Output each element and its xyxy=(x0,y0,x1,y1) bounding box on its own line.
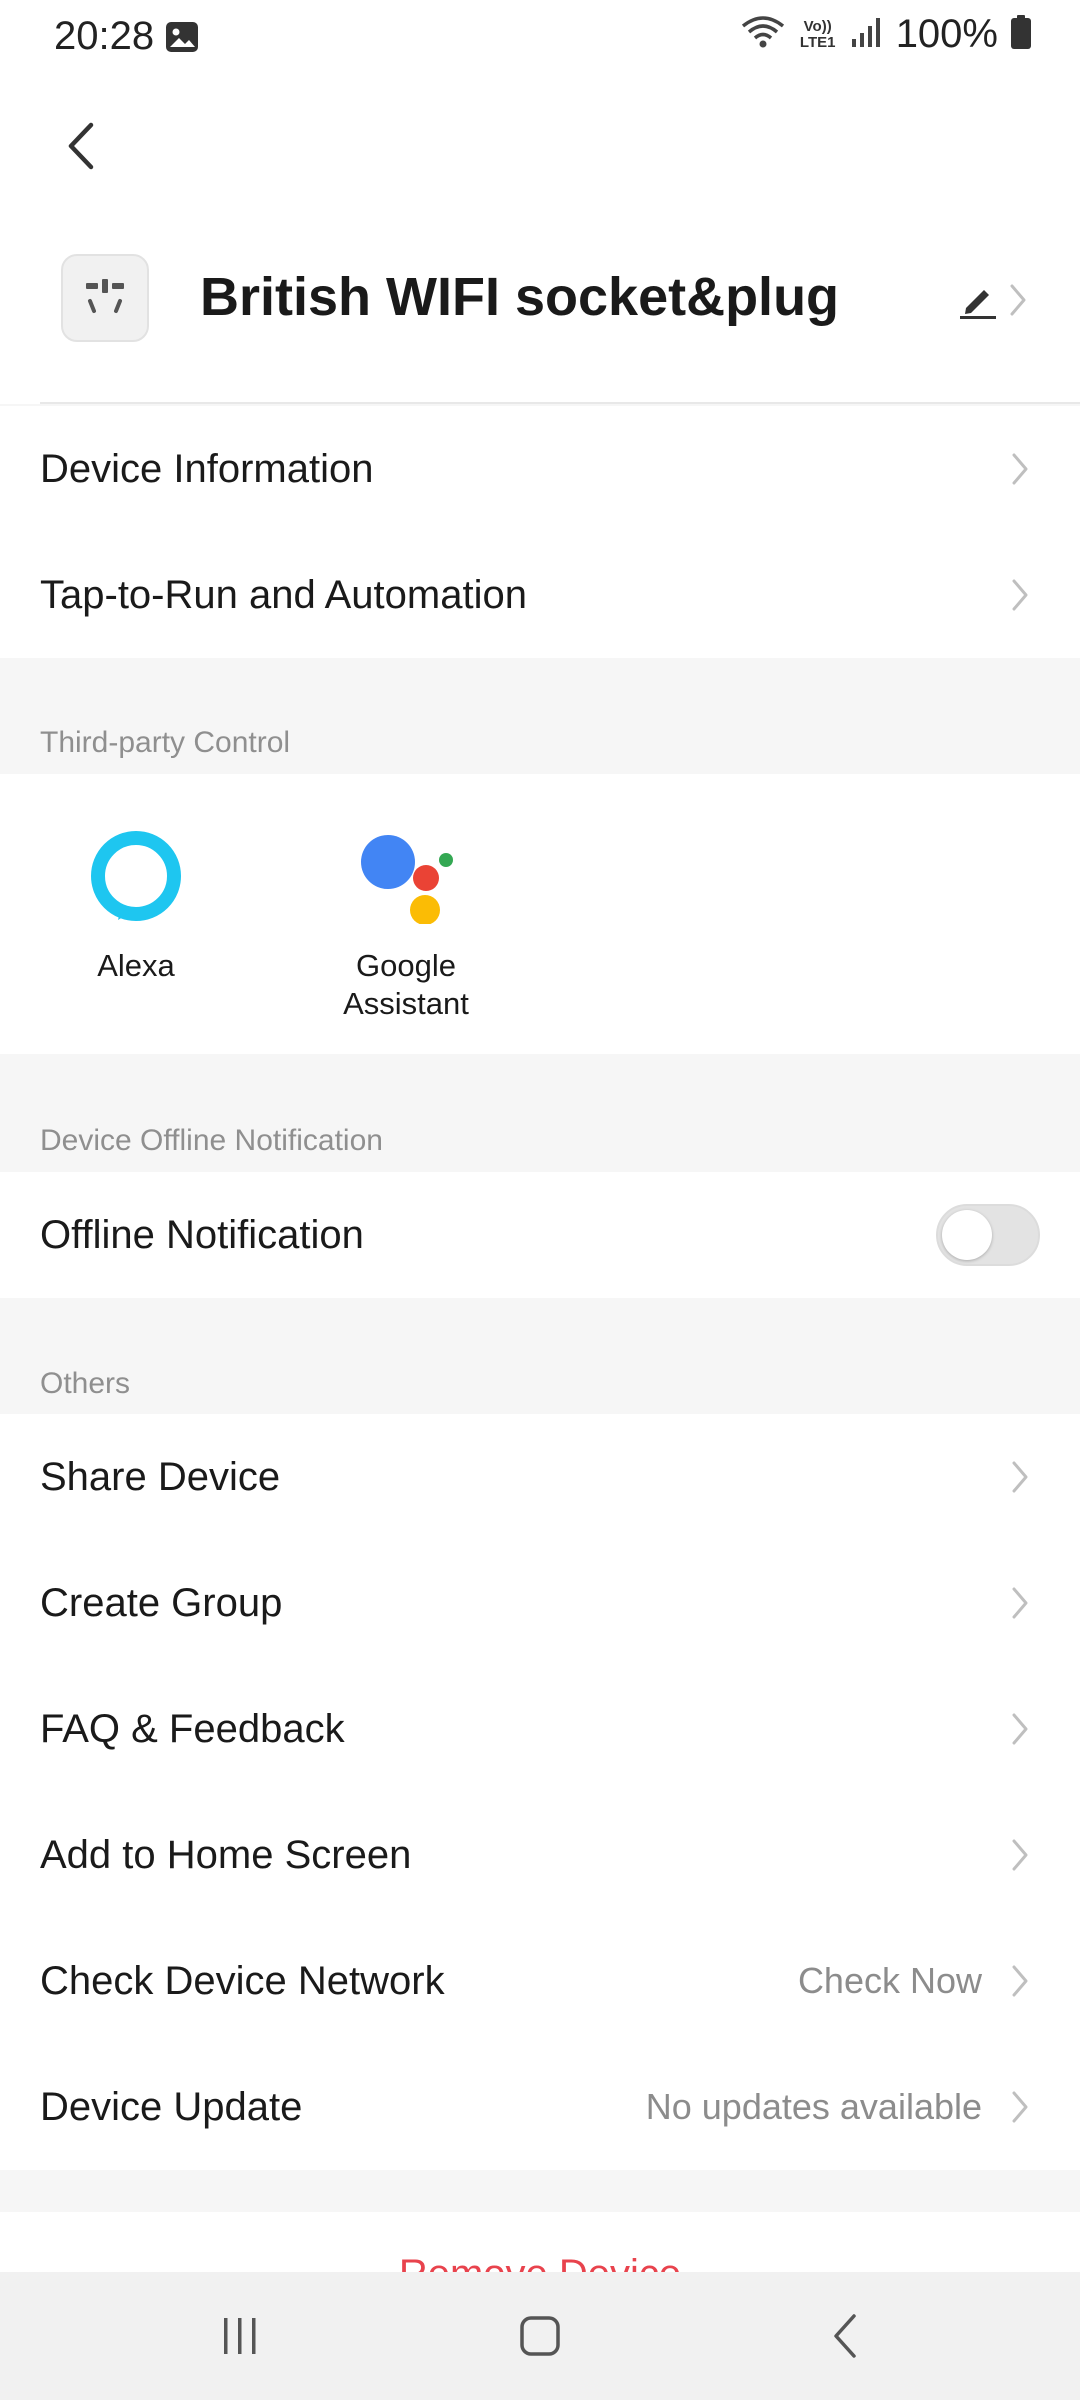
chevron-right-icon xyxy=(1012,1713,1028,1745)
home-button[interactable] xyxy=(480,2300,600,2372)
recent-apps-button[interactable] xyxy=(180,2300,300,2372)
device-information-row[interactable]: Device Information xyxy=(0,406,1080,532)
status-icons: Vo)) LTE1 100% xyxy=(740,12,1032,57)
status-bar: 20:28 Vo)) LTE1 100% xyxy=(0,0,1080,76)
alexa-button[interactable]: Alexa xyxy=(36,828,236,985)
row-label: Device Information xyxy=(40,446,374,491)
system-navigation-bar xyxy=(0,2272,1080,2400)
check-device-network-row[interactable]: Check Device Network Check Now xyxy=(0,1918,1080,2044)
header: British WIFI socket&plug xyxy=(0,76,1080,404)
home-icon xyxy=(520,2316,560,2356)
back-icon xyxy=(834,2314,856,2358)
back-arrow-icon xyxy=(68,122,94,170)
offline-notification-section: Offline Notification xyxy=(0,1172,1080,1298)
alexa-label: Alexa xyxy=(97,948,175,983)
third-party-section: Alexa Google Assistant xyxy=(0,774,1080,1054)
chevron-right-icon xyxy=(1012,1965,1028,1997)
chevron-right-icon xyxy=(1012,1587,1028,1619)
update-status-value: No updates available xyxy=(645,2086,982,2127)
add-to-home-screen-row[interactable]: Add to Home Screen xyxy=(0,1792,1080,1918)
google-assistant-label: Google Assistant xyxy=(343,948,469,1021)
row-label: FAQ & Feedback xyxy=(40,1706,345,1751)
google-assistant-button[interactable]: Google Assistant xyxy=(306,828,506,1023)
signal-icon xyxy=(850,15,884,54)
chevron-right-icon xyxy=(1012,579,1028,611)
system-back-button[interactable] xyxy=(784,2300,904,2372)
offline-notification-row: Offline Notification xyxy=(0,1172,1080,1298)
gallery-notification-icon xyxy=(164,20,200,59)
row-label: Device Update xyxy=(40,2084,303,2129)
third-party-section-title: Third-party Control xyxy=(40,726,291,759)
chevron-right-icon xyxy=(1012,453,1028,485)
row-label: Add to Home Screen xyxy=(40,1832,412,1877)
faq-feedback-row[interactable]: FAQ & Feedback xyxy=(0,1666,1080,1792)
device-name: British WIFI socket&plug xyxy=(200,267,840,327)
tap-to-run-automation-row[interactable]: Tap-to-Run and Automation xyxy=(0,532,1080,658)
recent-apps-icon xyxy=(224,2318,256,2354)
uk-plug-icon xyxy=(86,279,124,313)
device-menu-section: Device Information Tap-to-Run and Automa… xyxy=(0,406,1080,658)
wifi-icon xyxy=(740,14,786,55)
toggle-knob xyxy=(942,1210,992,1260)
share-device-row[interactable]: Share Device xyxy=(0,1414,1080,1540)
status-time: 20:28 xyxy=(54,14,155,58)
device-settings-screen: 20:28 Vo)) LTE1 100% British WIFI socket… xyxy=(0,0,1080,2400)
divider xyxy=(40,402,1080,404)
chevron-right-icon xyxy=(1012,1839,1028,1871)
pencil-icon xyxy=(960,290,996,319)
battery-percentage: 100% xyxy=(895,12,998,56)
others-section-title: Others xyxy=(40,1367,131,1400)
row-label: Offline Notification xyxy=(40,1212,364,1257)
edit-device-name-button[interactable] xyxy=(958,272,1048,328)
row-label: Tap-to-Run and Automation xyxy=(40,572,527,617)
offline-section-title: Device Offline Notification xyxy=(40,1124,383,1157)
chevron-right-icon xyxy=(1012,2091,1028,2123)
battery-icon xyxy=(1010,14,1032,55)
offline-notification-toggle[interactable] xyxy=(936,1204,1040,1266)
chevron-right-icon xyxy=(1010,284,1026,316)
check-now-value: Check Now xyxy=(797,1960,982,2001)
google-assistant-icon xyxy=(361,835,453,925)
chevron-right-icon xyxy=(1012,1461,1028,1493)
row-label: Create Group xyxy=(40,1580,283,1625)
remove-device-section: Remove Device xyxy=(0,2212,1080,2272)
row-label: Check Device Network xyxy=(40,1958,445,2003)
network-type-label: Vo)) LTE1 xyxy=(799,17,836,51)
others-section: Share Device Create Group FAQ & Feedback… xyxy=(0,1414,1080,2170)
row-label: Share Device xyxy=(40,1454,281,1499)
back-button[interactable] xyxy=(48,106,112,186)
device-image xyxy=(61,254,149,342)
create-group-row[interactable]: Create Group xyxy=(0,1540,1080,1666)
alexa-icon xyxy=(91,831,181,921)
remove-device-button[interactable]: Remove Device xyxy=(0,2252,1080,2272)
device-update-row[interactable]: Device Update No updates available xyxy=(0,2044,1080,2170)
